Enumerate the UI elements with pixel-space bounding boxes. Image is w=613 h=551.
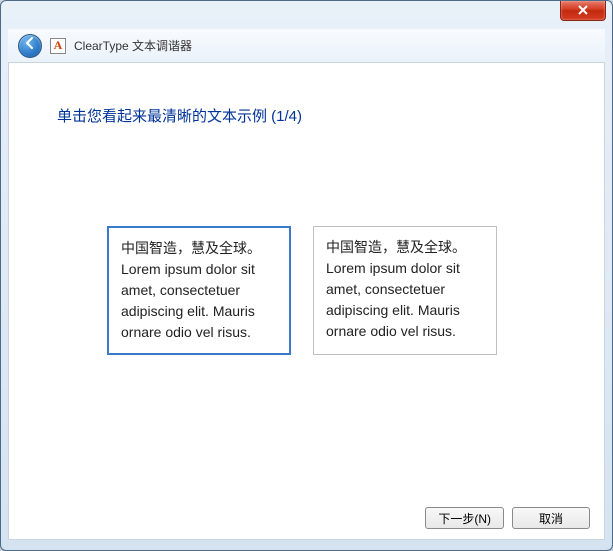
sample-line-cn: 中国智造，慧及全球。 [121,240,261,256]
next-button[interactable]: 下一步(N) [425,507,504,529]
arrow-left-icon [23,36,37,55]
app-title: ClearType 文本调谐器 [74,37,192,54]
cancel-button[interactable]: 取消 [512,507,590,529]
text-sample-2[interactable]: 中国智造，慧及全球。 Lorem ipsum dolor sit amet, c… [313,226,497,355]
titlebar [1,1,612,29]
sample-container: 中国智造，慧及全球。 Lorem ipsum dolor sit amet, c… [9,126,604,355]
dialog-window: A ClearType 文本调谐器 单击您看起来最清晰的文本示例 (1/4) 中… [0,0,613,551]
sample-line-latin: Lorem ipsum dolor sit amet, consectetuer… [121,261,255,340]
sample-line-cn: 中国智造，慧及全球。 [326,239,466,255]
footer-buttons: 下一步(N) 取消 [425,507,590,529]
close-icon [577,2,589,20]
app-icon: A [50,38,66,54]
sample-line-latin: Lorem ipsum dolor sit amet, consectetuer… [326,260,460,339]
close-button[interactable] [560,1,606,21]
app-icon-letter: A [54,38,63,53]
page-heading: 单击您看起来最清晰的文本示例 (1/4) [9,63,604,126]
text-sample-1[interactable]: 中国智造，慧及全球。 Lorem ipsum dolor sit amet, c… [107,226,291,355]
back-button[interactable] [18,34,42,58]
content-area: 单击您看起来最清晰的文本示例 (1/4) 中国智造，慧及全球。 Lorem ip… [8,63,605,540]
header-bar: A ClearType 文本调谐器 [8,29,605,63]
